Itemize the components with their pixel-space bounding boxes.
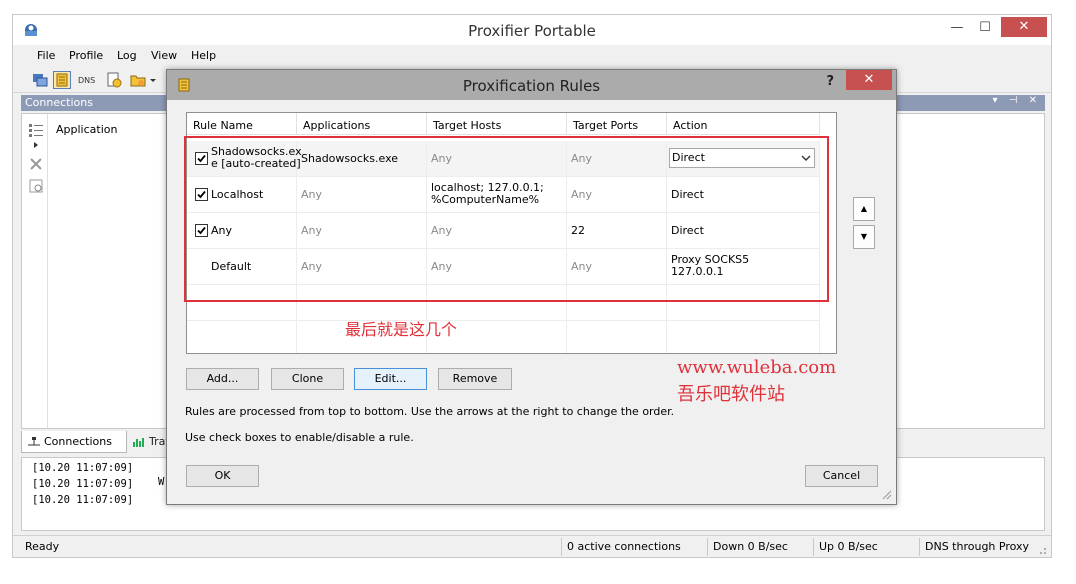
move-up-button[interactable]: ▲	[853, 197, 875, 221]
close-connection-icon[interactable]	[28, 156, 44, 172]
close-button[interactable]: ✕	[1001, 17, 1047, 37]
main-window-title: Proxifier Portable	[468, 22, 596, 40]
open-profile-icon[interactable]	[129, 71, 147, 89]
edit-rule-button[interactable]: Edit...	[354, 368, 427, 390]
dialog-titlebar[interactable]: Proxification Rules ? ✕	[167, 70, 896, 100]
column-header-target-hosts[interactable]: Target Hosts	[427, 113, 567, 135]
move-down-button[interactable]: ▼	[853, 225, 875, 249]
log-line: [10.20 11:07:09]	[32, 478, 134, 490]
add-rule-button[interactable]: Add...	[186, 368, 259, 390]
proxification-rules-dialog: Proxification Rules ? ✕ Rule Name Applic…	[166, 69, 897, 505]
menu-help[interactable]: Help	[191, 49, 216, 62]
columns-icon[interactable]	[28, 122, 44, 138]
column-header-applications[interactable]: Applications	[297, 113, 427, 135]
clone-rule-button[interactable]: Clone	[271, 368, 344, 390]
connections-header-title: Connections	[25, 96, 93, 109]
menu-file[interactable]: File	[37, 49, 55, 62]
status-download-rate: Down 0 B/sec	[713, 540, 788, 553]
rules-order-note: Rules are processed from top to bottom. …	[185, 405, 675, 418]
menu-log[interactable]: Log	[117, 49, 137, 62]
traffic-chart-icon	[132, 436, 146, 448]
connections-tab-icon	[27, 436, 41, 448]
column-header-application[interactable]: Application	[56, 123, 117, 136]
connection-details-icon[interactable]	[28, 178, 44, 194]
column-header-rule-name[interactable]: Rule Name	[187, 113, 297, 135]
status-separator	[813, 538, 814, 556]
name-resolution-icon[interactable]: DNS	[77, 71, 95, 89]
menu-view[interactable]: View	[151, 49, 177, 62]
annotation-chinese-note: 最后就是这几个	[345, 320, 458, 339]
maximize-button[interactable]: ☐	[971, 17, 999, 39]
status-active-connections: 0 active connections	[567, 540, 681, 553]
proxification-rules-icon[interactable]	[53, 71, 71, 89]
status-ready: Ready	[25, 540, 60, 553]
svg-text:DNS: DNS	[78, 76, 95, 85]
minimize-button[interactable]: —	[943, 17, 971, 39]
log-line: [10.20 11:07:09]	[32, 494, 134, 506]
help-button[interactable]: ?	[826, 74, 834, 89]
cancel-button[interactable]: Cancel	[805, 465, 878, 487]
status-separator	[561, 538, 562, 556]
tab-connections-label: Connections	[44, 435, 112, 448]
status-upload-rate: Up 0 B/sec	[819, 540, 878, 553]
chevron-down-icon[interactable]	[149, 71, 157, 89]
status-dns: DNS through Proxy	[925, 540, 1030, 553]
dialog-resize-grip-icon[interactable]	[880, 488, 892, 500]
menu-profile[interactable]: Profile	[69, 49, 103, 62]
ok-button[interactable]: OK	[186, 465, 259, 487]
empty-table-row	[187, 321, 820, 353]
status-separator	[919, 538, 920, 556]
dialog-title: Proxification Rules	[462, 77, 601, 95]
remove-rule-button[interactable]: Remove	[438, 368, 512, 390]
main-titlebar[interactable]: Proxifier Portable — ☐ ✕	[13, 15, 1051, 45]
annotation-highlight-box	[184, 136, 829, 302]
resize-grip-icon[interactable]	[1035, 543, 1047, 555]
status-bar: Ready 0 active connections Down 0 B/sec …	[13, 535, 1051, 557]
tab-connections[interactable]: Connections	[21, 431, 127, 453]
rules-checkbox-note: Use check boxes to enable/disable a rule…	[185, 431, 414, 444]
column-header-action[interactable]: Action	[667, 113, 820, 135]
log-message-partial: W	[158, 476, 165, 488]
log-line: [10.20 11:07:09]	[32, 462, 134, 474]
column-header-target-ports[interactable]: Target Ports	[567, 113, 667, 135]
expand-arrow-icon[interactable]	[28, 140, 44, 150]
menubar: File Profile Log View Help	[13, 45, 1051, 67]
watermark-url: www.wuleba.com	[677, 357, 837, 378]
proxy-servers-icon[interactable]	[31, 71, 49, 89]
watermark-site-name: 吾乐吧软件站	[677, 384, 785, 405]
side-toolbar	[22, 114, 48, 428]
new-profile-icon[interactable]	[105, 71, 123, 89]
dialog-close-button[interactable]: ✕	[846, 70, 892, 90]
panel-window-buttons[interactable]: ▾ ⊣ ✕	[993, 95, 1041, 106]
status-separator	[707, 538, 708, 556]
